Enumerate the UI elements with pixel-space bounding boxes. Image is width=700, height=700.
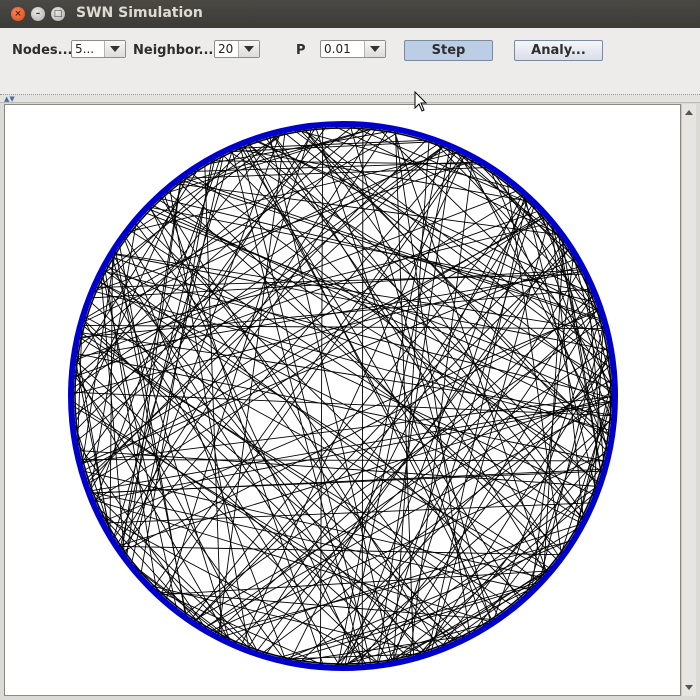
close-icon[interactable]: × [11, 7, 25, 21]
network-edge [281, 538, 575, 662]
network-edge [157, 570, 552, 596]
split-pane-divider[interactable]: ▲▼ [0, 94, 700, 103]
chevron-down-icon[interactable] [104, 41, 125, 57]
network-edge [271, 133, 548, 576]
scroll-down-icon[interactable] [685, 685, 693, 690]
network-edge [115, 127, 391, 547]
chevron-down-icon[interactable] [364, 41, 385, 57]
p-label: P [296, 43, 306, 58]
network-edge [450, 145, 580, 262]
graph-canvas[interactable] [4, 104, 681, 696]
network-edge [189, 161, 482, 173]
network-edge [159, 194, 441, 651]
network-edge [79, 193, 525, 465]
analyze-button[interactable]: Analy... [514, 40, 603, 61]
nodes-select[interactable]: 5... [71, 40, 126, 58]
nodes-value: 5... [75, 42, 95, 56]
chevron-down-icon[interactable] [238, 41, 259, 57]
network-edge [319, 124, 324, 668]
network-edge [94, 507, 208, 632]
neighbors-value: 20 [218, 42, 234, 56]
network-edge [88, 299, 466, 640]
network-edge [133, 221, 453, 646]
window-title: SWN Simulation [76, 5, 203, 21]
network-edge [169, 186, 250, 652]
minimize-icon[interactable]: – [31, 7, 45, 21]
p-value: 0.01 [324, 42, 351, 56]
mouse-cursor-icon [414, 91, 428, 112]
network-edge [334, 266, 583, 669]
vertical-scrollbar[interactable] [681, 104, 696, 696]
network-edge [96, 279, 553, 571]
network-edge [112, 125, 378, 541]
step-button[interactable]: Step [404, 40, 493, 61]
collapse-arrows-icon[interactable]: ▲▼ [4, 95, 15, 103]
small-world-network-graph [68, 121, 618, 671]
p-select[interactable]: 0.01 [320, 40, 386, 58]
title-bar[interactable]: × – □ SWN Simulation [0, 0, 700, 29]
nodes-label: Nodes... [12, 43, 73, 58]
network-edge [162, 191, 325, 668]
network-edge [148, 204, 362, 668]
network-edge [361, 124, 364, 668]
toolbar: Nodes... 5... Neighbor... 20 P 0.01 Step… [0, 28, 700, 94]
neighbors-select[interactable]: 20 [214, 40, 260, 58]
scroll-up-icon[interactable] [685, 110, 693, 115]
maximize-icon[interactable]: □ [51, 7, 65, 21]
neighbors-label: Neighbor... [133, 43, 214, 58]
